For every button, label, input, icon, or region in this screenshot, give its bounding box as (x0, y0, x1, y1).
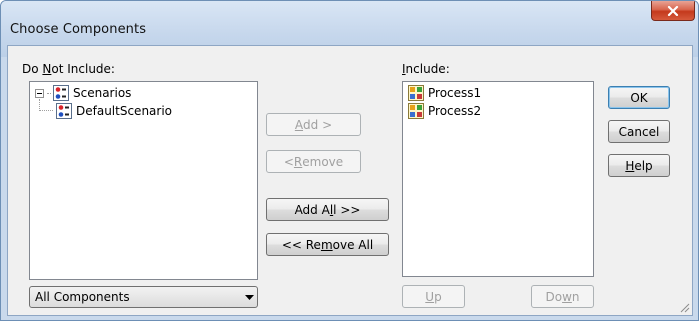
tree-item-scenarios[interactable]: Scenarios (35, 85, 131, 101)
resize-grip-icon[interactable] (678, 301, 690, 313)
remove-button[interactable]: < Remove (266, 150, 361, 173)
remove-all-button[interactable]: << Re m ove All (266, 233, 389, 256)
chevron-down-icon (241, 294, 257, 300)
scenario-icon (53, 85, 69, 101)
move-down-button[interactable]: Do w n (531, 285, 594, 308)
process-icon (408, 85, 424, 101)
tree-item-defaultscenario[interactable]: DefaultScenario (56, 103, 172, 119)
component-filter-dropdown[interactable]: All Components (29, 286, 258, 308)
list-item[interactable]: Process2 (408, 103, 481, 119)
list-item[interactable]: Process1 (408, 85, 481, 101)
list-item-label: Process2 (428, 104, 482, 118)
ok-button[interactable]: OK (608, 86, 670, 109)
tree-item-label: Scenarios (73, 86, 132, 100)
do-not-include-label: Do Not Include: (22, 62, 115, 76)
cancel-button[interactable]: Cancel (608, 120, 670, 143)
list-item-label: Process1 (428, 86, 482, 100)
add-all-button[interactable]: Add All >> (266, 198, 389, 221)
dialog-title: Choose Components (10, 22, 147, 37)
process-icon (408, 103, 424, 119)
close-button[interactable] (651, 1, 695, 21)
scenario-icon (56, 103, 72, 119)
collapse-toggle-icon[interactable] (35, 88, 44, 98)
dialog-body: Do Not Include: Scenarios DefaultScenari… (7, 45, 693, 316)
move-up-button[interactable]: Up (402, 285, 465, 308)
tree-item-label: DefaultScenario (76, 104, 173, 118)
help-button[interactable]: Help (608, 154, 670, 177)
available-components-tree[interactable]: Scenarios DefaultScenario (29, 81, 258, 280)
included-components-list[interactable]: Process1 Process2 (402, 81, 594, 277)
include-label: Include: (402, 62, 450, 76)
filter-selected-value: All Components (35, 290, 130, 304)
close-icon (667, 5, 679, 16)
add-button[interactable]: Add > (266, 113, 361, 136)
choose-components-dialog: Choose Components Do Not Include: Scenar… (0, 0, 699, 321)
